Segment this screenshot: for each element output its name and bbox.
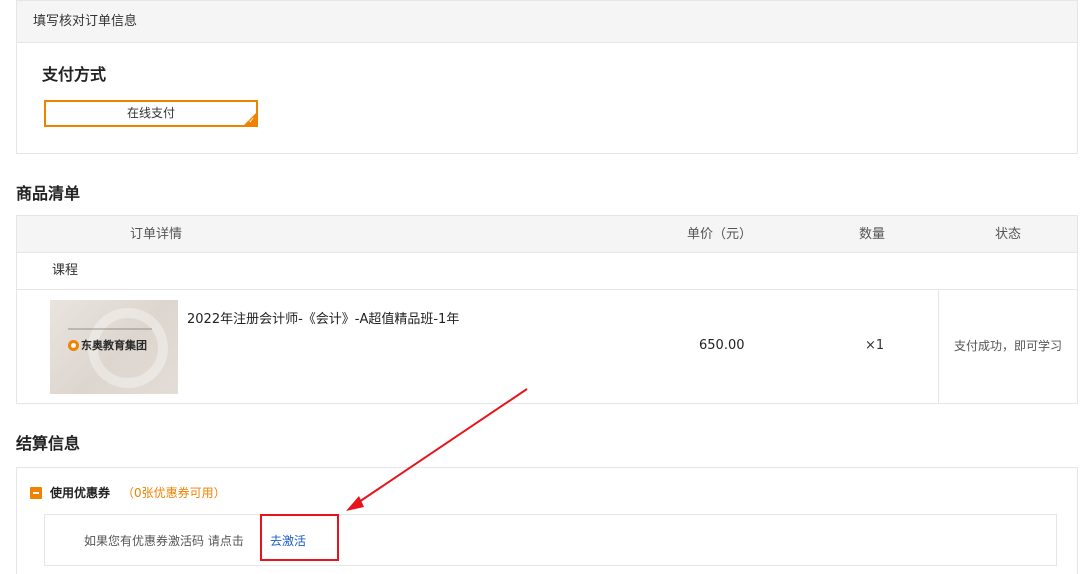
collapse-minus-icon[interactable]	[30, 486, 42, 499]
course-name-link[interactable]: 2022年注册会计师-《会计》-A超值精品班-1年	[187, 308, 459, 327]
column-status: 状态	[995, 227, 1022, 242]
payment-method-title: 支付方式	[42, 65, 107, 84]
goods-table: 订单详情 单价（元） 数量 状态 课程 东奥教育集团 2022年注册会计师-《会…	[16, 215, 1078, 404]
dongao-logo: 东奥教育集团	[68, 337, 147, 353]
coupon-activation-box: 如果您有优惠券激活码 请点击 去激活	[44, 514, 1057, 566]
order-confirm-page: 填写核对订单信息 支付方式 在线支付 ✓ 商品清单 订单详情 单价（元） 数量 …	[0, 0, 1084, 574]
course-group-row: 课程	[17, 253, 1077, 290]
coupon-header: 使用优惠券 （0张优惠券可用）	[30, 484, 226, 501]
course-price: 650.00	[699, 338, 745, 353]
order-info-panel: 填写核对订单信息 支付方式 在线支付 ✓	[16, 0, 1078, 154]
logo-mark-icon	[68, 339, 79, 351]
column-order-detail: 订单详情	[130, 227, 183, 242]
panel-header-title: 填写核对订单信息	[17, 1, 1077, 43]
table-row: 东奥教育集团 2022年注册会计师-《会计》-A超值精品班-1年 650.00 …	[17, 290, 1077, 403]
course-thumbnail[interactable]: 东奥教育集团	[50, 300, 178, 394]
use-coupon-label[interactable]: 使用优惠券	[50, 484, 110, 501]
column-unit-price: 单价（元）	[687, 227, 753, 242]
online-payment-label: 在线支付	[126, 106, 175, 120]
annotation-highlight-box	[260, 514, 339, 561]
order-status: 支付成功，即可学习	[938, 290, 1077, 403]
logo-text: 东奥教育集团	[81, 339, 147, 352]
online-payment-option[interactable]: 在线支付 ✓	[44, 100, 258, 127]
goods-table-header: 订单详情 单价（元） 数量 状态	[17, 216, 1077, 253]
thumbnail-line-decoration	[68, 328, 152, 330]
goods-list-title: 商品清单	[16, 184, 81, 203]
course-quantity: ×1	[865, 338, 885, 353]
coupon-available-count: （0张优惠券可用）	[122, 486, 226, 500]
column-quantity: 数量	[859, 227, 886, 242]
coupon-hint-text: 如果您有优惠券激活码 请点击	[84, 534, 244, 548]
settlement-title: 结算信息	[16, 434, 81, 453]
settlement-panel: 使用优惠券 （0张优惠券可用） 如果您有优惠券激活码 请点击 去激活	[16, 467, 1078, 574]
checkmark-icon: ✓	[248, 116, 255, 125]
